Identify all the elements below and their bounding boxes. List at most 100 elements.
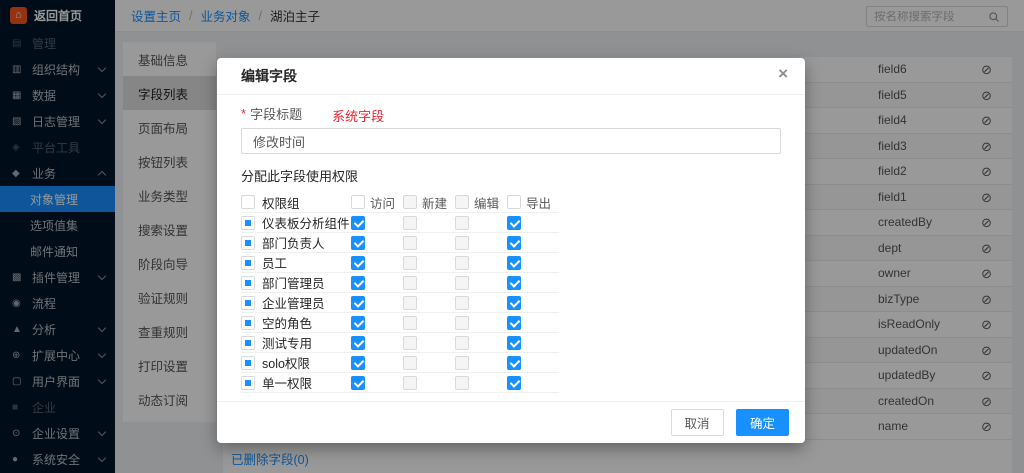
perm-checkbox[interactable] [507,236,521,250]
perm-cell [455,336,507,350]
perm-group-name: 空的角色 [262,313,312,332]
cancel-button[interactable]: 取消 [671,409,724,436]
perm-checkbox[interactable] [507,356,521,370]
perm-checkbox [455,216,469,230]
perm-checkbox [403,296,417,310]
system-field-annotation: 系统字段 [332,106,384,125]
perm-group-checkbox[interactable] [241,336,255,350]
perm-group-checkbox[interactable] [241,356,255,370]
perm-group-name: 单一权限 [262,373,312,392]
perm-checkbox [455,316,469,330]
perm-group-checkbox[interactable] [241,376,255,390]
perm-cell [403,236,455,250]
perm-group-name: 员工 [262,253,287,272]
perm-checkbox[interactable] [351,216,365,230]
perm-header-checkbox [403,195,417,209]
perm-group-cell: 空的角色 [241,313,351,332]
perm-cell [351,276,403,290]
perm-group-checkbox[interactable] [241,316,255,330]
close-icon[interactable]: × [778,64,788,84]
perm-group-cell: 单一权限 [241,373,351,392]
modal-footer: 取消 确定 [217,401,805,443]
perm-cell [455,316,507,330]
perm-cell [455,376,507,390]
perm-column-label: 新建 [422,193,447,212]
edit-field-modal: 编辑字段 × * 字段标题 系统字段 分配此字段使用权限 权限组访问新建 编辑导出… [217,58,805,443]
field-title-label-row: * 字段标题 系统字段 [241,105,781,121]
perm-group-cell: 员工 [241,253,351,272]
permission-section-title: 分配此字段使用权限 [241,166,781,185]
field-title-label: 字段标题 [250,104,302,123]
perm-checkbox[interactable] [351,316,365,330]
perm-group-checkbox[interactable] [241,236,255,250]
perm-group-checkbox[interactable] [241,216,255,230]
perm-header-checkbox[interactable] [351,195,365,209]
perm-cell [351,216,403,230]
perm-row: 部门负责人 [241,233,559,253]
perm-cell [351,256,403,270]
perm-group-cell: 测试专用 [241,333,351,352]
perm-cell [455,296,507,310]
perm-checkbox[interactable] [507,296,521,310]
perm-header-checkbox[interactable] [241,195,255,209]
modal-title: 编辑字段 [241,68,297,84]
perm-checkbox [403,276,417,290]
perm-cell [403,216,455,230]
perm-cell [403,316,455,330]
perm-row: 仪表板分析组件 [241,213,559,233]
perm-checkbox [455,236,469,250]
perm-cell [351,376,403,390]
perm-checkbox[interactable] [351,376,365,390]
perm-cell [403,336,455,350]
app-root: ⌂ 返回首页 ▤管理▥组织结构▦数据▧日志管理◈平台工具◆业务对象管理选项值集邮… [0,0,1024,473]
perm-checkbox[interactable] [351,296,365,310]
perm-cell [455,216,507,230]
perm-checkbox [403,376,417,390]
perm-checkbox[interactable] [507,376,521,390]
perm-header-checkbox[interactable] [507,195,521,209]
perm-checkbox [455,296,469,310]
perm-group-checkbox[interactable] [241,296,255,310]
perm-checkbox[interactable] [507,276,521,290]
perm-group-checkbox[interactable] [241,276,255,290]
perm-checkbox [455,276,469,290]
perm-header-row: 权限组访问新建 编辑导出 [241,192,559,213]
perm-row: 员工 [241,253,559,273]
perm-cell [351,316,403,330]
perm-checkbox[interactable] [507,216,521,230]
perm-row: 单一权限 [241,373,559,393]
perm-checkbox[interactable] [351,256,365,270]
perm-checkbox[interactable] [351,336,365,350]
perm-group-name: 部门管理员 [262,273,325,292]
perm-cell [403,276,455,290]
perm-checkbox[interactable] [507,316,521,330]
perm-checkbox [403,336,417,350]
perm-header-cell: 导出 [507,193,559,212]
perm-cell [351,236,403,250]
confirm-button[interactable]: 确定 [736,409,789,436]
perm-cell [507,216,559,230]
perm-header-cell: 访问 [351,193,403,212]
perm-cell [403,376,455,390]
perm-column-label: 编辑 [474,193,499,212]
perm-cell [507,256,559,270]
perm-header-cell: 新建 [403,193,455,212]
perm-cell [403,356,455,370]
modal-body: * 字段标题 系统字段 分配此字段使用权限 权限组访问新建 编辑导出仪表板分析组件… [217,95,805,393]
perm-checkbox [403,216,417,230]
perm-header-cell: 权限组 [241,193,351,212]
perm-cell [351,356,403,370]
perm-checkbox[interactable] [351,276,365,290]
perm-checkbox[interactable] [351,356,365,370]
modal-header: 编辑字段 × [217,58,805,95]
required-mark: * [241,106,246,121]
perm-checkbox[interactable] [351,236,365,250]
perm-group-name: 仪表板分析组件 [262,213,350,232]
perm-checkbox [403,356,417,370]
perm-group-cell: solo权限 [241,353,351,372]
perm-checkbox[interactable] [507,256,521,270]
perm-group-checkbox[interactable] [241,256,255,270]
perm-checkbox[interactable] [507,336,521,350]
perm-row: 测试专用 [241,333,559,353]
field-title-input[interactable] [241,128,781,154]
